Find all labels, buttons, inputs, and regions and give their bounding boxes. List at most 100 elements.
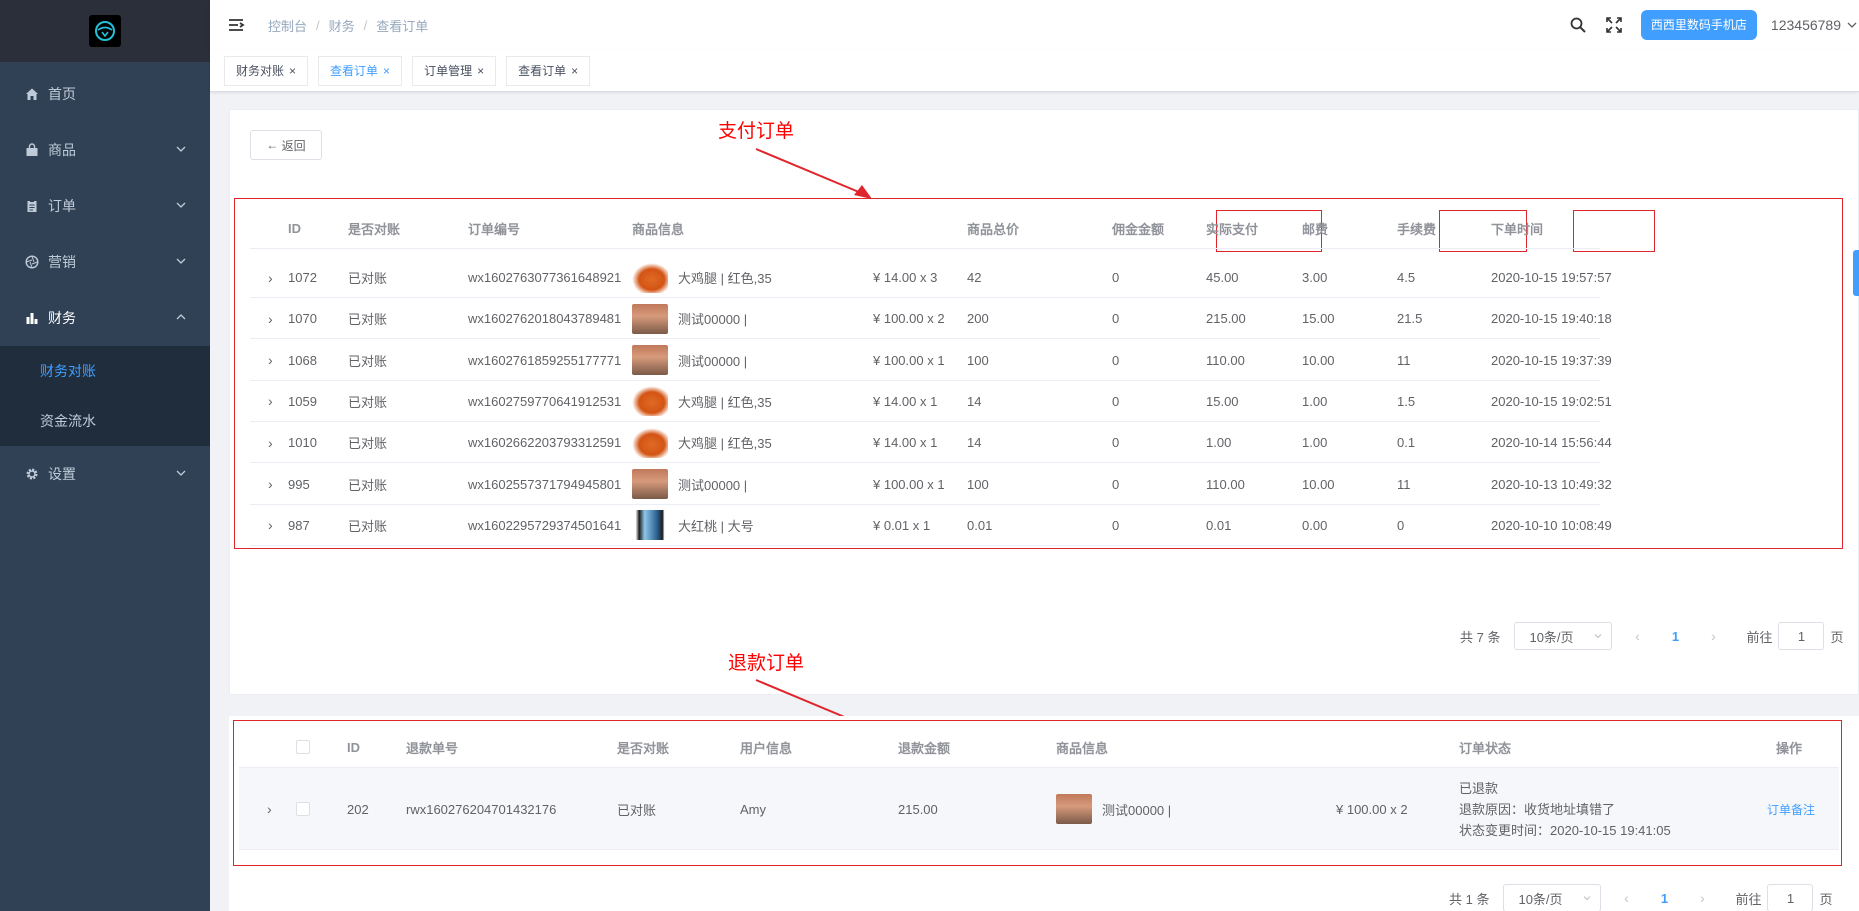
breadcrumb-item[interactable]: 财务	[329, 16, 355, 35]
expand-icon[interactable]: ›	[267, 768, 272, 850]
col-refund-amount: 退款金额	[898, 740, 951, 756]
cell-product: 测试00000 |	[1056, 768, 1171, 850]
col-user: 用户信息	[740, 740, 793, 756]
hamburger-icon[interactable]	[226, 15, 246, 35]
sidebar-item-marketing[interactable]: 营销	[0, 234, 210, 290]
search-icon[interactable]	[1569, 16, 1587, 34]
back-button[interactable]: ← 返回	[250, 130, 322, 160]
product-name: 测试00000 |	[678, 353, 748, 369]
product-name: 大红桃 | 大号	[678, 518, 754, 534]
expand-icon[interactable]: ›	[268, 381, 273, 422]
cell-order-time: 2020-10-13 10:49:32	[1491, 476, 1612, 492]
table-row[interactable]: › 1010 已对账 wx1602662203793312591 ¥ 14.00 x 1…	[250, 422, 1612, 464]
goto-label: 前往	[1746, 629, 1773, 645]
table-row[interactable]: › 995 已对账 wx1602557371794945801 ¥ 100.00 x 1…	[250, 464, 1612, 505]
cell-reconciled: 已对账	[617, 802, 657, 818]
tag-view-order[interactable]: 查看订单 ×	[506, 55, 591, 86]
shop-button[interactable]: 西西里数码手机店	[1640, 10, 1757, 40]
close-icon[interactable]: ×	[289, 56, 296, 86]
refund-orders-card: ID 退款单号 是否对账 用户信息 退款金额 商品信息 订单状态 操作 › 20…	[229, 716, 1859, 911]
select-all-checkbox[interactable]	[296, 726, 310, 768]
table-row[interactable]: › 987 已对账 wx1602295729374501641 ¥ 0.01 x 1 0.…	[250, 505, 1612, 546]
cell-paid: 110.00	[1206, 476, 1245, 492]
fullscreen-icon[interactable]	[1605, 16, 1623, 34]
back-label: 返回	[281, 138, 306, 153]
prev-page-icon[interactable]: ‹	[1622, 628, 1652, 644]
row-checkbox[interactable]	[296, 768, 310, 850]
table-row[interactable]: › 1072 已对账 wx1602763077361648921 ¥ 14.00 x 3…	[250, 257, 1612, 298]
sidebar-item-label: 订单	[48, 198, 76, 214]
annotation-refund-orders: 退款订单	[728, 653, 805, 674]
expand-icon[interactable]: ›	[268, 298, 273, 339]
expand-icon[interactable]: ›	[268, 505, 273, 546]
goto-page-input[interactable]: 1	[1767, 884, 1814, 911]
cell-refund-no: rwx160276204701432176	[406, 801, 557, 817]
page-number[interactable]: 1	[1649, 891, 1679, 906]
expand-icon[interactable]: ›	[268, 422, 273, 463]
breadcrumb-item[interactable]: 控制台	[268, 16, 307, 35]
table-row[interactable]: › 1059 已对账 wx1602759770641912531 ¥ 14.00 x 1…	[250, 381, 1612, 422]
cell-postage: 3.00	[1302, 270, 1328, 285]
expand-icon[interactable]: ›	[268, 464, 273, 505]
cell-unit-price: ¥ 14.00 x 3	[873, 270, 938, 285]
next-page-icon[interactable]: ›	[1687, 890, 1717, 906]
close-icon[interactable]: ×	[383, 56, 390, 86]
product-image	[1056, 794, 1092, 824]
page-number[interactable]: 1	[1660, 629, 1690, 644]
product-image	[632, 469, 668, 499]
sidebar-item-home[interactable]: 首页	[0, 66, 210, 122]
close-icon[interactable]: ×	[571, 56, 578, 86]
bag-icon	[24, 142, 40, 158]
cell-order-status: 已退款 退款原因：收货地址填错了 状态变更时间：2020-10-15 19:41…	[1459, 768, 1671, 850]
cell-id: 1068	[288, 352, 317, 368]
expand-icon[interactable]: ›	[268, 257, 273, 298]
cell-reconciled: 已对账	[348, 518, 388, 534]
next-page-icon[interactable]: ›	[1698, 628, 1728, 644]
tag-view-order-active[interactable]: 查看订单 ×	[318, 55, 403, 86]
table-row[interactable]: › 1070 已对账 wx1602762018043789481 ¥ 100.00 x …	[250, 298, 1612, 340]
tag-order-management[interactable]: 订单管理 ×	[412, 55, 497, 86]
sidebar-item-products[interactable]: 商品	[0, 122, 210, 178]
bar-chart-icon	[24, 310, 40, 326]
logo-icon[interactable]	[89, 15, 121, 47]
page-size-select[interactable]: 10条/页	[1503, 884, 1602, 911]
cell-reconciled: 已对账	[348, 353, 388, 369]
cell-commission: 0	[1112, 352, 1120, 368]
close-icon[interactable]: ×	[477, 56, 484, 86]
sidebar-item-settings[interactable]: 设置	[0, 446, 210, 502]
goto-page-input[interactable]: 1	[1778, 622, 1825, 650]
expand-icon[interactable]: ›	[268, 340, 273, 381]
prev-page-icon[interactable]: ‹	[1611, 890, 1641, 906]
cell-fee: 0	[1397, 517, 1405, 533]
cell-commission: 0	[1112, 517, 1120, 533]
breadcrumb-separator: /	[316, 17, 320, 33]
cell-refund-amount: 215.00	[898, 801, 938, 817]
sidebar-item-finance[interactable]: 财务	[0, 290, 210, 346]
col-paid: 实际支付	[1206, 222, 1259, 237]
user-name[interactable]: 123456789	[1771, 17, 1841, 33]
chevron-down-icon[interactable]	[1845, 18, 1859, 32]
tag-label: 订单管理	[424, 63, 473, 78]
table-row[interactable]: › 1068 已对账 wx1602761859255177771 ¥ 100.00 x …	[250, 340, 1612, 381]
sidebar-subitem-reconciliation[interactable]: 财务对账	[0, 346, 210, 396]
status-text: 已退款	[1459, 780, 1499, 796]
sidebar-subitem-cashflow[interactable]: 资金流水	[0, 396, 210, 446]
order-remark-link[interactable]: 订单备注	[1767, 768, 1815, 850]
col-order-status: 订单状态	[1459, 740, 1512, 756]
sidebar-item-label: 商品	[48, 142, 76, 158]
page-size-select[interactable]: 10条/页	[1514, 622, 1613, 650]
cell-reconciled: 已对账	[348, 271, 388, 286]
cell-product: 大红桃 | 大号	[632, 505, 754, 546]
cell-product: 大鸡腿 | 红色,35	[632, 422, 772, 463]
side-scroll-tab[interactable]	[1853, 250, 1859, 296]
product-name: 测试00000 |	[1102, 802, 1172, 818]
arrow-left-icon: ←	[266, 138, 282, 152]
cell-product: 测试00000 |	[632, 298, 747, 339]
cell-id: 202	[347, 801, 369, 817]
product-image	[632, 386, 668, 417]
tag-reconciliation[interactable]: 财务对账 ×	[224, 55, 309, 86]
col-commission: 佣金金额	[1112, 222, 1165, 237]
table-row[interactable]: › 202 rwx160276204701432176 已对账 Amy 215.…	[239, 768, 1839, 850]
breadcrumb-separator: /	[363, 17, 368, 33]
sidebar-item-orders[interactable]: 订单	[0, 178, 210, 234]
